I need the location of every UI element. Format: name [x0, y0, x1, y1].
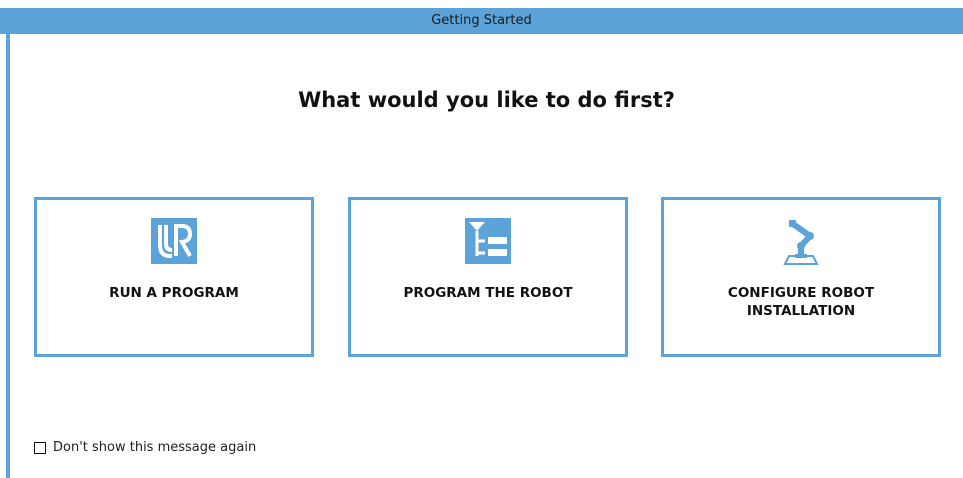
run-program-button[interactable]: RUN A PROGRAM [34, 197, 314, 357]
configure-installation-label: CONFIGURE ROBOT INSTALLATION [727, 285, 875, 319]
program-robot-button[interactable]: PROGRAM THE ROBOT [348, 197, 628, 357]
dialog-title-bar: Getting Started [0, 8, 963, 34]
getting-started-dialog: Getting Started What would you like to d… [0, 0, 963, 478]
robot-arm-icon [664, 218, 938, 266]
dialog-title: Getting Started [431, 13, 532, 28]
dont-show-again-label: Don't show this message again [53, 440, 257, 455]
run-program-label: RUN A PROGRAM [109, 285, 239, 301]
program-tree-icon [351, 218, 625, 266]
configure-installation-button[interactable]: CONFIGURE ROBOT INSTALLATION [661, 197, 941, 357]
dont-show-again-checkbox[interactable] [34, 441, 46, 454]
ur-logo-icon [37, 218, 311, 266]
program-robot-label: PROGRAM THE ROBOT [403, 285, 573, 301]
page-heading: What would you like to do first? [298, 88, 675, 112]
dialog-left-border [6, 8, 10, 478]
dont-show-again-row[interactable]: Don't show this message again [34, 440, 256, 455]
